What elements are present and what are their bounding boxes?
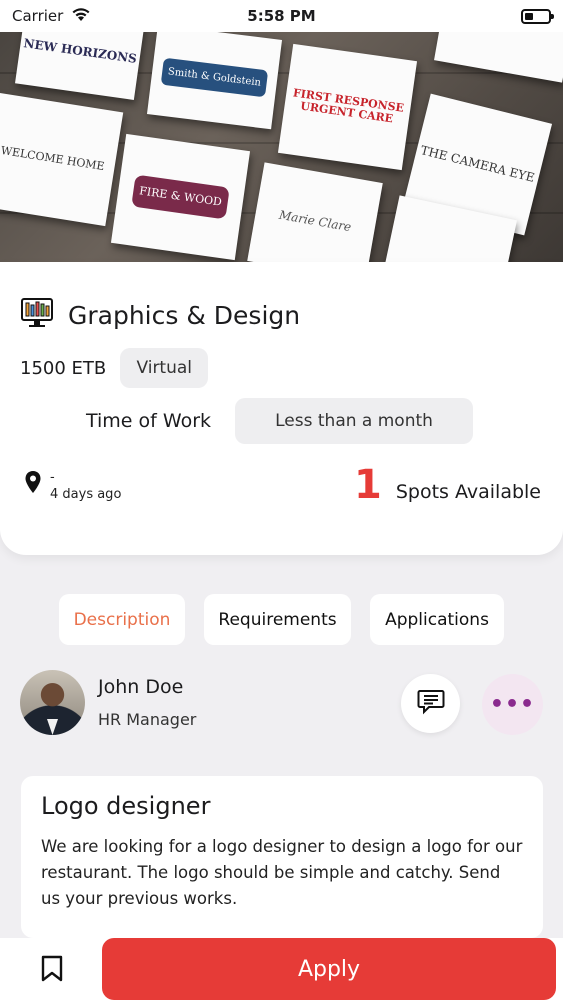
bottom-action-bar: Apply (0, 938, 563, 1000)
location-pin-icon (24, 470, 42, 504)
spots-label: Spots Available (395, 481, 541, 503)
hero-image: NEW HORIZONS Smith & Goldstein FIRST RES… (0, 32, 563, 264)
recruiter-name: John Doe (98, 676, 184, 698)
time-of-work-row: Time of Work Less than a month (86, 398, 474, 444)
avatar[interactable] (20, 670, 85, 735)
category-title: Graphics & Design (68, 300, 301, 330)
job-title: Logo designer (41, 792, 211, 820)
bookmark-button[interactable] (40, 955, 64, 986)
carrier-label: Carrier (12, 7, 64, 25)
chat-icon (417, 689, 445, 719)
message-button[interactable] (401, 674, 460, 733)
wifi-icon (71, 7, 91, 26)
work-mode-badge: Virtual (120, 348, 209, 388)
job-description: We are looking for a logo designer to de… (41, 837, 523, 908)
tab-applications[interactable]: Applications (370, 594, 504, 645)
location-text: - 4 days ago (50, 470, 121, 504)
status-left: Carrier (12, 7, 91, 26)
spots-count: 1 (354, 462, 382, 508)
price-row: 1500 ETB Virtual (20, 348, 209, 388)
logo-tile: FIRST RESPONSE URGENT CARE (277, 43, 418, 171)
location-value: - (50, 470, 55, 485)
posted-time: 4 days ago (50, 486, 122, 502)
logo-tile: Marie Clare (247, 162, 383, 264)
detail-tabs: Description Requirements Applications (59, 594, 504, 645)
category-row: Graphics & Design (20, 296, 300, 334)
spots-available: 1 Spots Available (354, 462, 541, 508)
logo-tile: FIRE & WOOD (110, 133, 251, 261)
tab-requirements[interactable]: Requirements (204, 594, 351, 645)
bookmark-icon (41, 955, 63, 986)
logo-tile: NEW HORIZONS (15, 32, 145, 100)
battery-icon (521, 8, 554, 24)
tab-description[interactable]: Description (59, 594, 185, 645)
price-label: 1500 ETB (20, 357, 107, 379)
recruiter-row: John Doe HR Manager ••• (20, 670, 543, 736)
design-monitor-icon (20, 296, 54, 334)
job-info-card: Graphics & Design 1500 ETB Virtual Time … (0, 262, 563, 555)
status-bar: Carrier 5:58 PM (0, 0, 563, 32)
apply-button[interactable]: Apply (102, 938, 556, 1000)
recruiter-role: HR Manager (98, 710, 197, 729)
logo-tile: WELCOME HOME (0, 92, 124, 227)
logo-tile: Smith & Goldstein (146, 32, 283, 130)
location-block: - 4 days ago (24, 470, 121, 504)
logo-tile (434, 32, 563, 83)
duration-badge: Less than a month (235, 398, 474, 444)
time-of-work-label: Time of Work (86, 410, 212, 432)
more-options-button[interactable]: ••• (482, 674, 543, 735)
description-card: Logo designer We are looking for a logo … (21, 776, 543, 938)
